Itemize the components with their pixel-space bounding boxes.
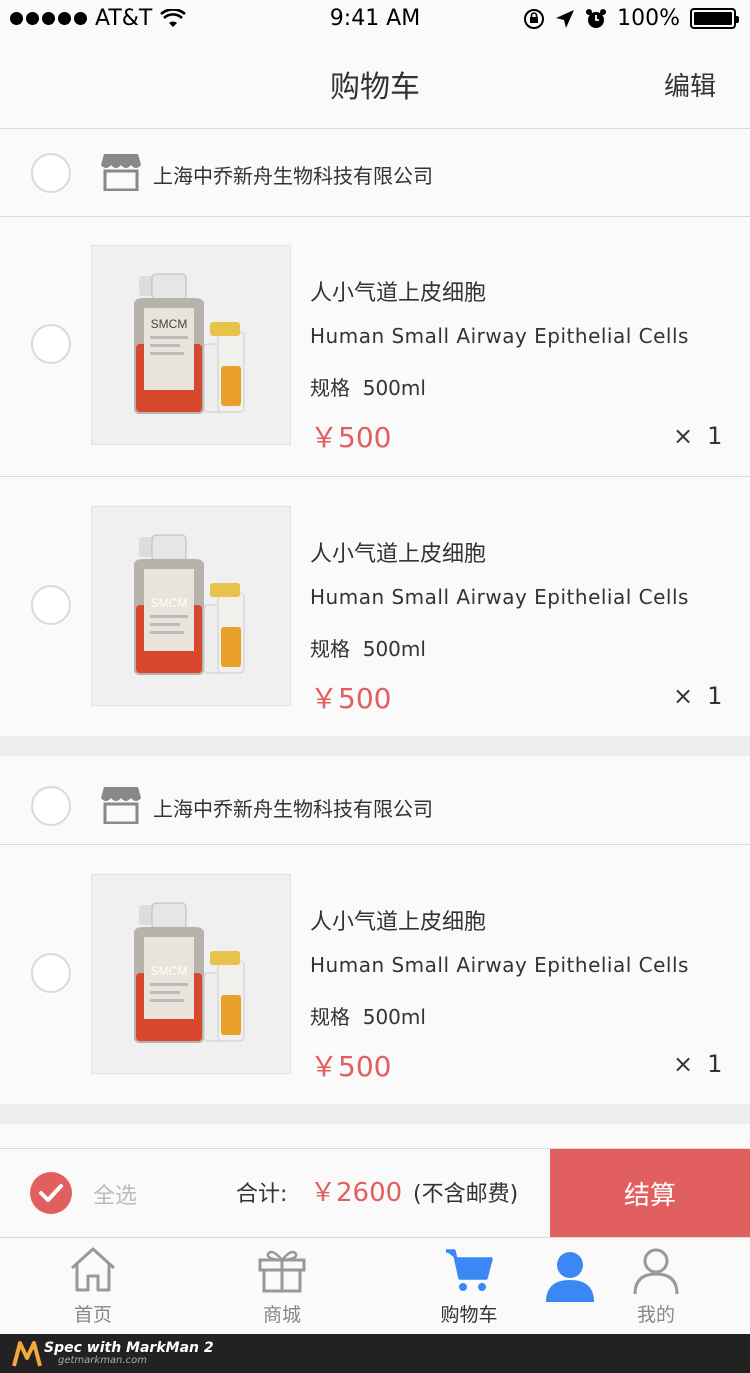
multiply-icon: × [673, 682, 694, 710]
product-spec: 规格 500ml [310, 633, 426, 662]
item-select-checkbox[interactable] [31, 953, 71, 993]
footer-url: getmarkman.com [58, 1355, 147, 1366]
spec-label: 规格 [310, 1005, 350, 1029]
product-image: SMCM [134, 534, 245, 675]
tab-store[interactable]: 商城 [222, 1238, 342, 1335]
user-icon [633, 1248, 679, 1295]
section-gap [0, 1104, 750, 1124]
shop-select-checkbox[interactable] [31, 153, 71, 193]
total-label: 合计: [236, 1182, 288, 1207]
shop-name[interactable]: 上海中乔新舟生物科技有限公司 [153, 793, 433, 822]
product-thumbnail[interactable]: SMCM [91, 506, 291, 706]
divider [0, 476, 750, 477]
tab-home[interactable]: 首页 [33, 1238, 153, 1335]
spec-value: 500ml [362, 376, 426, 400]
divider [0, 844, 750, 845]
product-price: ￥500 [310, 682, 392, 715]
cart-icon [446, 1249, 493, 1291]
product-price: ￥500 [310, 1050, 392, 1083]
checkout-button[interactable]: 结算 [550, 1149, 750, 1237]
status-bar: AT&T 9:41 AM 100% [0, 0, 750, 40]
total-note: (不含邮费) [413, 1182, 519, 1207]
markman-footer: Spec with MarkMan 2 getmarkman.com [0, 1334, 750, 1373]
tab-label: 商城 [262, 1304, 301, 1326]
product-spec: 规格 500ml [310, 372, 426, 401]
page-title: 购物车 [330, 70, 420, 105]
product-image: SMCM [134, 273, 245, 414]
product-price: ￥500 [310, 421, 392, 454]
section-gap [0, 736, 750, 756]
spec-label: 规格 [310, 637, 350, 661]
edit-button[interactable]: 编辑 [664, 66, 716, 103]
product-spec: 规格 500ml [310, 1001, 426, 1030]
product-name[interactable]: 人小气道上皮细胞 [310, 275, 486, 307]
check-icon [39, 1184, 63, 1202]
product-name[interactable]: 人小气道上皮细胞 [310, 904, 486, 936]
spec-value: 500ml [362, 637, 426, 661]
footer-brand: Spec with MarkMan 2 [44, 1340, 214, 1356]
spec-value: 500ml [362, 1005, 426, 1029]
quantity-value: 1 [707, 1050, 723, 1078]
item-select-checkbox[interactable] [31, 585, 71, 625]
tab-cart[interactable]: 购物车 [409, 1238, 529, 1335]
total-value: ￥2600 [310, 1178, 403, 1208]
home-icon [70, 1247, 116, 1292]
shop-name[interactable]: 上海中乔新舟生物科技有限公司 [153, 160, 433, 189]
product-english-name: Human Small Airway Epithelial Cells [310, 953, 689, 977]
bottle-label: SMCM [151, 596, 188, 610]
bottle-label: SMCM [151, 964, 188, 978]
gift-icon [258, 1250, 306, 1293]
alarm-icon [586, 8, 607, 28]
battery-icon [690, 8, 739, 29]
tab-label: 购物车 [440, 1304, 498, 1326]
quantity: × 1 [673, 422, 722, 450]
bottle-label: SMCM [151, 317, 188, 331]
store-icon [101, 154, 141, 191]
multiply-icon: × [673, 422, 694, 450]
product-name[interactable]: 人小气道上皮细胞 [310, 536, 486, 568]
quantity-value: 1 [707, 422, 723, 450]
select-all-checkbox[interactable] [30, 1172, 72, 1214]
product-thumbnail[interactable]: SMCM [91, 245, 291, 445]
rotation-lock-icon [524, 8, 545, 29]
quantity: × 1 [673, 1050, 722, 1078]
store-icon [101, 787, 141, 824]
item-select-checkbox[interactable] [31, 324, 71, 364]
product-english-name: Human Small Airway Epithelial Cells [310, 585, 689, 609]
quantity: × 1 [673, 682, 722, 710]
status-right: 100% [523, 6, 739, 31]
product-thumbnail[interactable]: SMCM [91, 874, 291, 1074]
product-image: SMCM [134, 902, 245, 1043]
divider [0, 128, 750, 129]
product-english-name: Human Small Airway Epithelial Cells [310, 324, 689, 348]
select-all-label[interactable]: 全选 [93, 1178, 137, 1210]
location-icon [556, 9, 575, 28]
tab-mine[interactable]: 我的 [596, 1238, 716, 1335]
quantity-value: 1 [707, 682, 723, 710]
markman-logo-icon [12, 1341, 42, 1367]
tab-label: 首页 [73, 1304, 112, 1326]
divider [0, 216, 750, 217]
tab-label: 我的 [636, 1304, 675, 1326]
multiply-icon: × [673, 1050, 694, 1078]
cart-screen: AT&T 9:41 AM 100% 购物车 编辑 上海中乔新舟生物科技有限公司 [0, 0, 750, 1373]
shop-select-checkbox[interactable] [31, 786, 71, 826]
tab-bar: 首页 商城 购物车 我的 [0, 1237, 750, 1334]
spec-label: 规格 [310, 376, 350, 400]
battery-percent: 100% [617, 6, 680, 31]
profile-avatar-icon[interactable] [546, 1250, 594, 1302]
